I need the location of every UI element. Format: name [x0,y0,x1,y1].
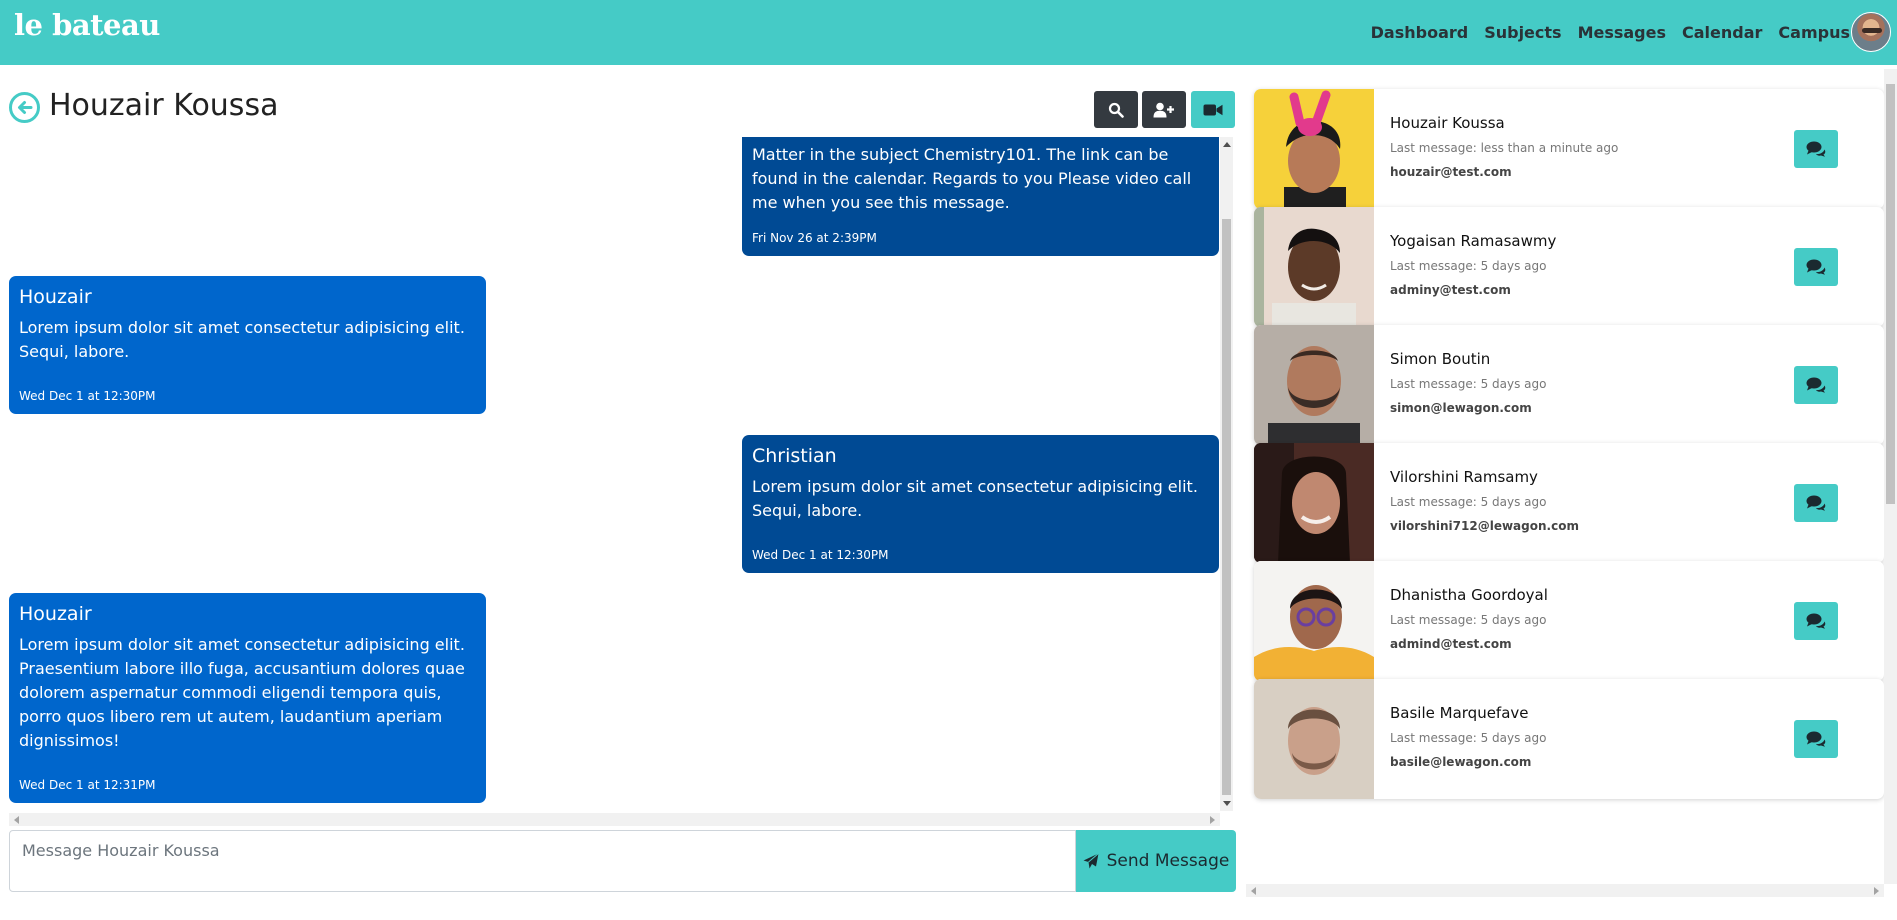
scroll-up-arrow-icon[interactable] [1223,142,1231,147]
contact-last-message: Last message: 5 days ago [1390,259,1547,273]
comments-icon [1806,731,1826,747]
open-chat-button[interactable] [1794,720,1838,758]
scroll-left-arrow-icon[interactable] [14,816,19,824]
nav-link-campus[interactable]: Campus [1778,23,1850,42]
contact-email: adminy@test.com [1390,283,1511,297]
send-message-label: Send Message [1106,851,1230,871]
paper-plane-icon [1083,853,1099,869]
back-arrow-icon[interactable] [9,92,40,123]
message-bubble-outgoing: Matter in the subject Chemistry101. The … [742,137,1219,256]
scroll-right-arrow-icon[interactable] [1210,816,1215,824]
open-chat-button[interactable] [1794,366,1838,404]
open-chat-button[interactable] [1794,130,1838,168]
contact-last-message: Last message: 5 days ago [1390,495,1547,509]
contact-card[interactable]: Basile Marquefave Last message: 5 days a… [1254,679,1884,799]
message-bubble-outgoing: Christian Lorem ipsum dolor sit amet con… [742,435,1219,573]
contact-last-message: Last message: 5 days ago [1390,377,1547,391]
contact-email: vilorshini712@lewagon.com [1390,519,1579,533]
message-timestamp: Fri Nov 26 at 2:39PM [752,231,877,245]
comments-icon [1806,613,1826,629]
nav-link-subjects[interactable]: Subjects [1484,23,1561,42]
video-camera-icon [1203,104,1223,115]
scrollbar-thumb[interactable] [1886,84,1895,504]
contacts-list[interactable]: Houzair Koussa Last message: less than a… [1246,69,1896,884]
contact-card[interactable]: Houzair Koussa Last message: less than a… [1254,89,1884,209]
message-text: Lorem ipsum dolor sit amet consectetur a… [19,635,465,750]
contact-photo [1254,561,1374,681]
message-bubble-incoming: Houzair Lorem ipsum dolor sit amet conse… [9,276,486,414]
navbar: le bateau Dashboard Subjects Messages Ca… [0,0,1897,65]
open-chat-button[interactable] [1794,248,1838,286]
contact-name: Simon Boutin [1390,350,1491,368]
contact-last-message: Last message: less than a minute ago [1390,141,1619,155]
send-message-button[interactable]: Send Message [1076,830,1236,892]
open-chat-button[interactable] [1794,602,1838,640]
contact-email: simon@lewagon.com [1390,401,1532,415]
message-list-scrollbar[interactable] [1220,137,1233,811]
comments-icon [1806,495,1826,511]
contact-card[interactable]: Simon Boutin Last message: 5 days ago si… [1254,325,1884,445]
nav-links: Dashboard Subjects Messages Calendar Cam… [1355,0,1850,65]
message-text: Lorem ipsum dolor sit amet consectetur a… [752,477,1198,520]
contact-photo [1254,443,1374,563]
contacts-list-scrollbar[interactable] [1884,69,1897,884]
user-plus-icon [1153,102,1174,117]
message-timestamp: Wed Dec 1 at 12:30PM [752,548,889,562]
message-sender: Christian [752,445,837,467]
comments-icon [1806,377,1826,393]
scroll-down-arrow-icon[interactable] [1223,801,1231,806]
contact-card[interactable]: Yogaisan Ramasawmy Last message: 5 days … [1254,207,1884,327]
contact-photo [1254,207,1374,327]
user-avatar[interactable] [1851,12,1891,52]
message-timestamp: Wed Dec 1 at 12:30PM [19,389,156,403]
contact-email: basile@lewagon.com [1390,755,1532,769]
scroll-left-arrow-icon[interactable] [1251,887,1256,895]
contact-photo [1254,325,1374,445]
contact-name: Basile Marquefave [1390,704,1529,722]
message-text: Matter in the subject Chemistry101. The … [752,145,1192,212]
brand-logo[interactable]: le bateau [14,8,160,42]
contact-name: Dhanistha Goordoyal [1390,586,1548,604]
contact-name: Vilorshini Ramsamy [1390,468,1538,486]
message-timestamp: Wed Dec 1 at 12:31PM [19,778,156,792]
search-icon [1108,102,1124,118]
comments-icon [1806,259,1826,275]
nav-link-dashboard[interactable]: Dashboard [1371,23,1469,42]
message-sender: Houzair [19,603,92,625]
message-list-horizontal-scrollbar[interactable] [9,813,1220,826]
message-list[interactable]: Matter in the subject Chemistry101. The … [0,137,1220,811]
contact-card[interactable]: Vilorshini Ramsamy Last message: 5 days … [1254,443,1884,563]
contact-last-message: Last message: 5 days ago [1390,613,1547,627]
contact-email: houzair@test.com [1390,165,1512,179]
contact-last-message: Last message: 5 days ago [1390,731,1547,745]
message-sender: Houzair [19,286,92,308]
chat-title: Houzair Koussa [49,88,279,123]
contact-photo [1254,679,1374,799]
contact-card[interactable]: Dhanistha Goordoyal Last message: 5 days… [1254,561,1884,681]
comments-icon [1806,141,1826,157]
contact-photo [1254,89,1374,209]
video-call-button[interactable] [1191,91,1235,128]
add-user-button[interactable] [1142,91,1186,128]
nav-link-messages[interactable]: Messages [1578,23,1666,42]
search-button[interactable] [1094,91,1138,128]
nav-link-calendar[interactable]: Calendar [1682,23,1762,42]
contact-email: admind@test.com [1390,637,1512,651]
contacts-list-horizontal-scrollbar[interactable] [1246,884,1884,897]
scrollbar-thumb[interactable] [1222,219,1231,795]
contact-name: Yogaisan Ramasawmy [1390,232,1557,250]
open-chat-button[interactable] [1794,484,1838,522]
message-text: Lorem ipsum dolor sit amet consectetur a… [19,318,465,361]
message-bubble-incoming: Houzair Lorem ipsum dolor sit amet conse… [9,593,486,803]
message-input[interactable] [9,830,1076,892]
scroll-right-arrow-icon[interactable] [1874,887,1879,895]
contact-name: Houzair Koussa [1390,114,1505,132]
